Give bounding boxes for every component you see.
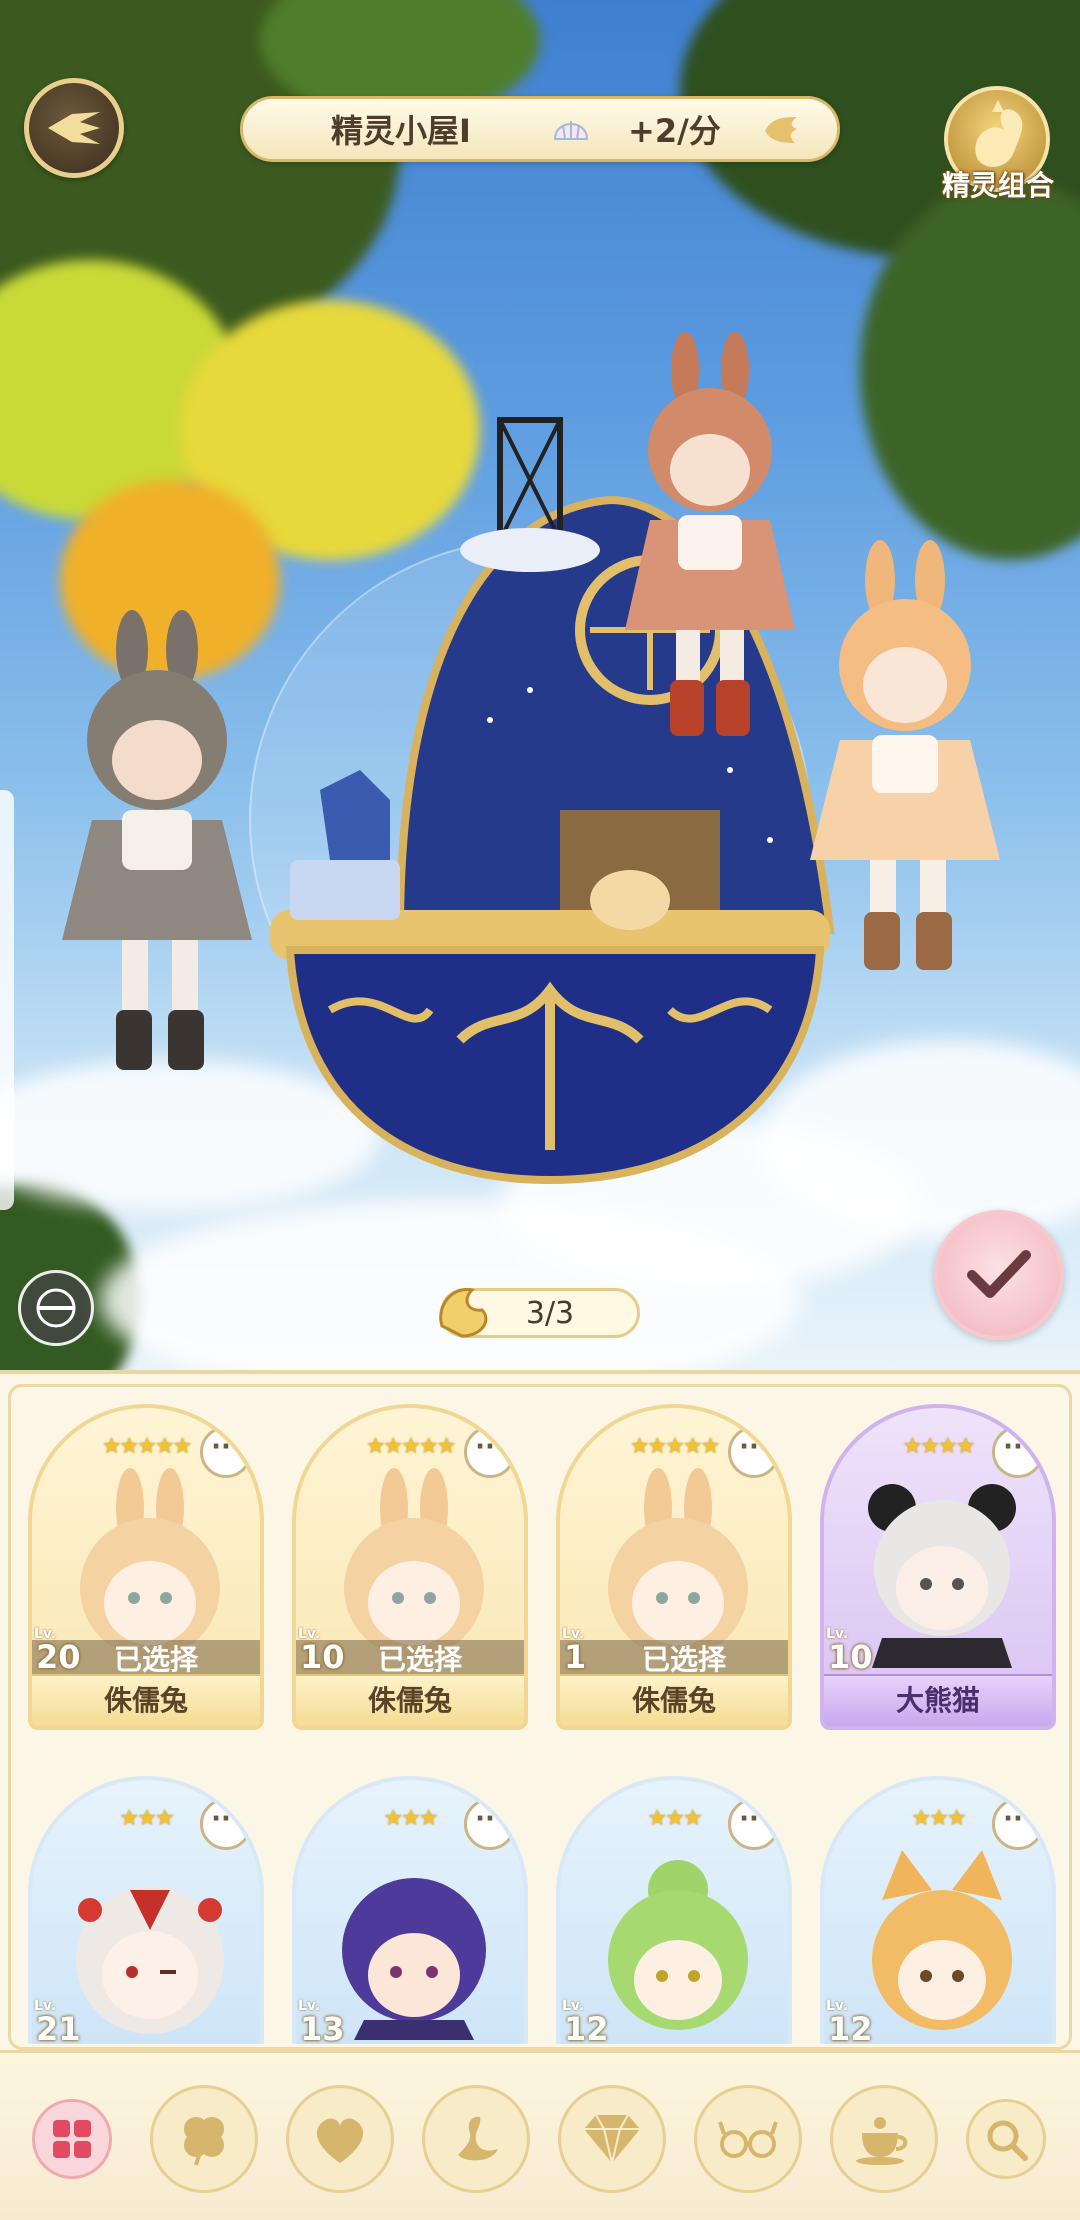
spirit-name: 侏儒兔 — [296, 1674, 524, 1726]
level-number: 1 — [564, 1638, 587, 1676]
confirm-button[interactable] — [934, 1210, 1064, 1340]
house-title-bar: 精灵小屋Ⅰ +2/分 — [240, 96, 840, 162]
spirit-card[interactable]: ★★★ ··· Lv. 13 — [292, 1776, 528, 2044]
purple-hair-boy-portrait — [342, 1878, 486, 2040]
orange-cat-boy-portrait — [872, 1850, 1012, 2030]
checkmark-icon — [967, 1250, 1031, 1298]
level-number: 10 — [300, 1638, 345, 1676]
winged-back-arrow-icon — [48, 112, 100, 144]
brown-bunny-spirit — [625, 332, 795, 736]
glasses-icon — [718, 2121, 778, 2158]
spirit-card[interactable]: ★★★★★ ··· 已选择 Lv. 20 侏儒兔 — [28, 1404, 264, 1730]
spirit-combo-label[interactable]: 精灵组合 — [930, 164, 1066, 204]
level-number: 13 — [300, 2010, 345, 2044]
filter-swan[interactable] — [422, 2085, 530, 2193]
filter-search[interactable] — [966, 2099, 1046, 2179]
dwarf-rabbit-portrait — [344, 1468, 484, 1658]
eye-hide-icon — [36, 1288, 76, 1328]
spirit-card[interactable]: ★★★★★ ··· 已选择 Lv. 1 侏儒兔 — [556, 1404, 792, 1730]
level-number: 20 — [36, 1638, 81, 1676]
filter-diamond[interactable] — [558, 2085, 666, 2193]
back-button[interactable] — [24, 78, 124, 178]
heart-icon — [316, 2118, 364, 2163]
spirit-selection-panel: ★★★★★ ··· 已选择 Lv. 20 侏儒兔 ★★★★★ ··· 已选择 L… — [0, 1370, 1080, 2050]
filter-heart[interactable] — [286, 2085, 394, 2193]
level-number: 10 — [828, 1638, 873, 1676]
dwarf-rabbit-portrait — [80, 1468, 220, 1658]
grid-all-icon — [53, 2120, 91, 2158]
spirit-card[interactable]: ★★★ ··· Lv. 12 — [556, 1776, 792, 2044]
filter-clover[interactable] — [150, 2085, 258, 2193]
filter-all[interactable] — [32, 2099, 112, 2179]
wing-icon — [765, 117, 797, 143]
filter-glasses[interactable] — [694, 2085, 802, 2193]
level-number: 21 — [36, 2010, 81, 2044]
spirit-card[interactable]: ★★★★★ ··· 已选择 Lv. 10 侏儒兔 — [292, 1404, 528, 1730]
search-icon — [987, 2120, 1028, 2161]
white-hair-girl-portrait — [76, 1886, 224, 2034]
filter-teacup[interactable] — [830, 2085, 938, 2193]
green-hair-girl-portrait — [608, 1860, 748, 2030]
level-number: 12 — [828, 2010, 873, 2044]
hide-ui-button[interactable] — [18, 1270, 94, 1346]
shell-icon — [553, 121, 589, 140]
teacup-icon — [856, 2117, 908, 2165]
income-rate: +2/分 — [628, 112, 721, 150]
level-number: 12 — [564, 2010, 609, 2044]
house-name: 精灵小屋Ⅰ — [331, 112, 471, 150]
spirit-card[interactable]: ★★★ ··· Lv. 21 — [28, 1776, 264, 2044]
spirit-card[interactable]: ★★★ ··· Lv. 12 — [820, 1776, 1056, 2044]
category-filter-bar — [0, 2050, 1080, 2220]
diamond-icon — [584, 2114, 640, 2164]
spirit-token-icon — [439, 1288, 488, 1338]
side-drawer-handle[interactable] — [0, 790, 14, 1210]
clover-icon — [184, 2117, 224, 2166]
cream-bunny-spirit — [810, 540, 1000, 970]
spirit-house-scene — [0, 0, 1080, 1370]
spirit-name: 侏儒兔 — [560, 1674, 788, 1726]
spirit-name: 侏儒兔 — [32, 1674, 260, 1726]
dwarf-rabbit-portrait — [608, 1468, 748, 1658]
spirit-card-grid: ★★★★★ ··· 已选择 Lv. 20 侏儒兔 ★★★★★ ··· 已选择 L… — [22, 1392, 1062, 2044]
spirit-card[interactable]: ★★★★ ··· Lv. 10 大熊猫 — [820, 1404, 1056, 1730]
giant-panda-portrait — [868, 1484, 1016, 1668]
gray-bunny-spirit — [62, 610, 252, 1070]
spirit-name: 大熊猫 — [824, 1674, 1052, 1726]
swan-icon — [458, 2116, 498, 2161]
